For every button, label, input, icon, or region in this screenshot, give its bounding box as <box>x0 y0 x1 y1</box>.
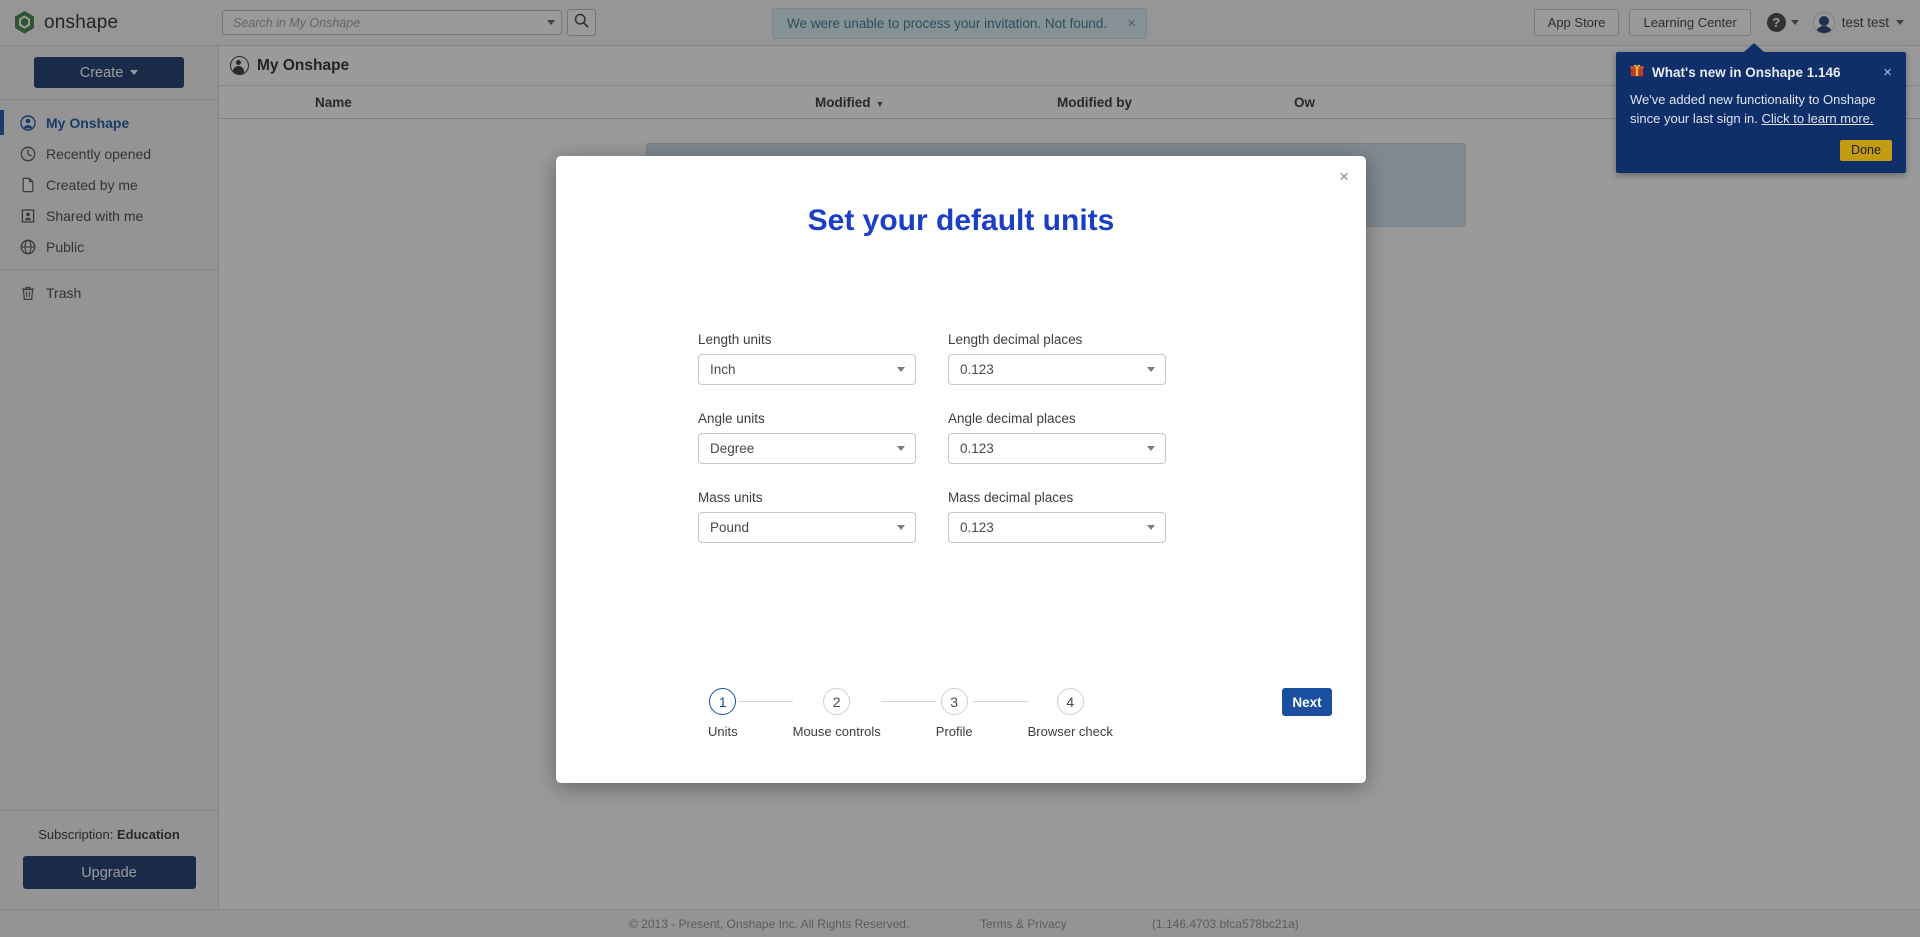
step-browser-check[interactable]: 4 Browser check <box>1028 688 1113 739</box>
step-label: Profile <box>936 724 973 739</box>
step-number: 1 <box>709 688 736 715</box>
angle-decimal-places-select[interactable]: 0.123 <box>948 433 1166 464</box>
whats-new-header: What's new in Onshape 1.146 × <box>1630 63 1892 82</box>
gift-icon <box>1630 63 1644 82</box>
mass-decimal-places-select[interactable]: 0.123 <box>948 512 1166 543</box>
step-profile[interactable]: 3 Profile <box>936 688 973 739</box>
select-value: Inch <box>710 362 897 377</box>
chevron-down-icon <box>1147 446 1155 451</box>
field-label: Angle decimal places <box>948 411 1166 426</box>
whats-new-done-button[interactable]: Done <box>1840 140 1892 161</box>
form-row-mass: Mass units Pound Mass decimal places 0.1… <box>698 490 1366 543</box>
chevron-down-icon <box>1147 525 1155 530</box>
field-label: Mass units <box>698 490 916 505</box>
field-label: Mass decimal places <box>948 490 1166 505</box>
form-row-angle: Angle units Degree Angle decimal places … <box>698 411 1366 464</box>
select-value: Degree <box>710 441 897 456</box>
step-label: Mouse controls <box>793 724 881 739</box>
field-label: Length decimal places <box>948 332 1166 347</box>
select-value: 0.123 <box>960 520 1147 535</box>
whats-new-title: What's new in Onshape 1.146 <box>1652 65 1875 80</box>
close-icon[interactable]: × <box>1339 168 1349 185</box>
close-icon[interactable]: × <box>1883 65 1892 80</box>
step-number: 3 <box>941 688 968 715</box>
units-form: Length units Inch Length decimal places … <box>698 332 1366 543</box>
chevron-down-icon <box>897 367 905 372</box>
steps-list: 1 Units 2 Mouse controls 3 Profile 4 Bro… <box>708 688 1113 739</box>
modal-title: Set your default units <box>556 204 1366 238</box>
field-length-units: Length units Inch <box>698 332 916 385</box>
form-row-length: Length units Inch Length decimal places … <box>698 332 1366 385</box>
field-angle-units: Angle units Degree <box>698 411 916 464</box>
select-value: 0.123 <box>960 362 1147 377</box>
field-mass-decimal-places: Mass decimal places 0.123 <box>948 490 1166 543</box>
whats-new-footer: Done <box>1630 129 1892 161</box>
step-mouse-controls[interactable]: 2 Mouse controls <box>793 688 881 739</box>
step-units[interactable]: 1 Units <box>708 688 738 739</box>
step-label: Units <box>708 724 738 739</box>
wizard-stepper: 1 Units 2 Mouse controls 3 Profile 4 Bro… <box>556 688 1366 739</box>
chevron-down-icon <box>1147 367 1155 372</box>
step-number: 2 <box>823 688 850 715</box>
whats-new-learn-more-link[interactable]: Click to learn more. <box>1762 111 1874 126</box>
field-length-decimal-places: Length decimal places 0.123 <box>948 332 1166 385</box>
whats-new-popover: What's new in Onshape 1.146 × We've adde… <box>1616 52 1906 173</box>
angle-units-select[interactable]: Degree <box>698 433 916 464</box>
mass-units-select[interactable]: Pound <box>698 512 916 543</box>
step-number: 4 <box>1057 688 1084 715</box>
field-mass-units: Mass units Pound <box>698 490 916 543</box>
select-value: 0.123 <box>960 441 1147 456</box>
step-connector <box>973 701 1028 702</box>
step-label: Browser check <box>1028 724 1113 739</box>
default-units-modal: × Set your default units Length units In… <box>556 156 1366 783</box>
whats-new-body: We've added new functionality to Onshape… <box>1630 91 1892 129</box>
field-label: Angle units <box>698 411 916 426</box>
next-button[interactable]: Next <box>1282 688 1332 716</box>
length-decimal-places-select[interactable]: 0.123 <box>948 354 1166 385</box>
field-angle-decimal-places: Angle decimal places 0.123 <box>948 411 1166 464</box>
chevron-down-icon <box>897 446 905 451</box>
length-units-select[interactable]: Inch <box>698 354 916 385</box>
chevron-down-icon <box>897 525 905 530</box>
select-value: Pound <box>710 520 897 535</box>
step-connector <box>738 701 793 702</box>
field-label: Length units <box>698 332 916 347</box>
step-connector <box>881 701 936 702</box>
